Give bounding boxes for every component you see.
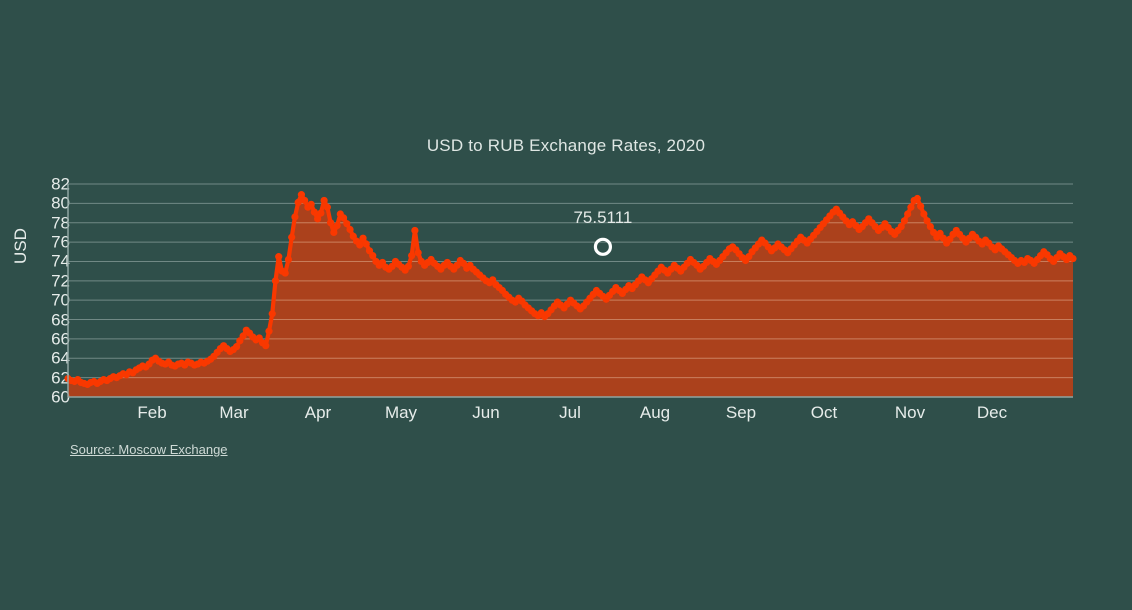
source-attribution: Source: Moscow Exchange: [70, 442, 228, 457]
x-axis-tick-may: May: [384, 403, 418, 422]
x-axis-tick-apr: Apr: [304, 403, 332, 422]
x-axis-tick-nov: Nov: [894, 403, 926, 422]
x-axis-tick-oct: Oct: [810, 403, 838, 422]
x-axis-tick-sep: Sep: [725, 403, 757, 422]
highlight-marker[interactable]: [593, 237, 613, 256]
x-axis-tick-dec: Dec: [976, 403, 1008, 422]
x-axis-tick-mar: Mar: [219, 403, 249, 422]
chart-plot-area: [64, 183, 1077, 398]
area-fill: [68, 194, 1073, 397]
x-axis-tick-jul: Jul: [559, 403, 581, 422]
chart-root: USD to RUB Exchange Rates, 2020 USD 60 62…: [0, 0, 1132, 610]
annotation-value-label: 75.5111: [573, 207, 633, 227]
x-axis-tick-feb: Feb: [137, 403, 167, 422]
x-axis-tick-aug: Aug: [639, 403, 671, 422]
x-axis-tick-jun: Jun: [472, 403, 500, 422]
